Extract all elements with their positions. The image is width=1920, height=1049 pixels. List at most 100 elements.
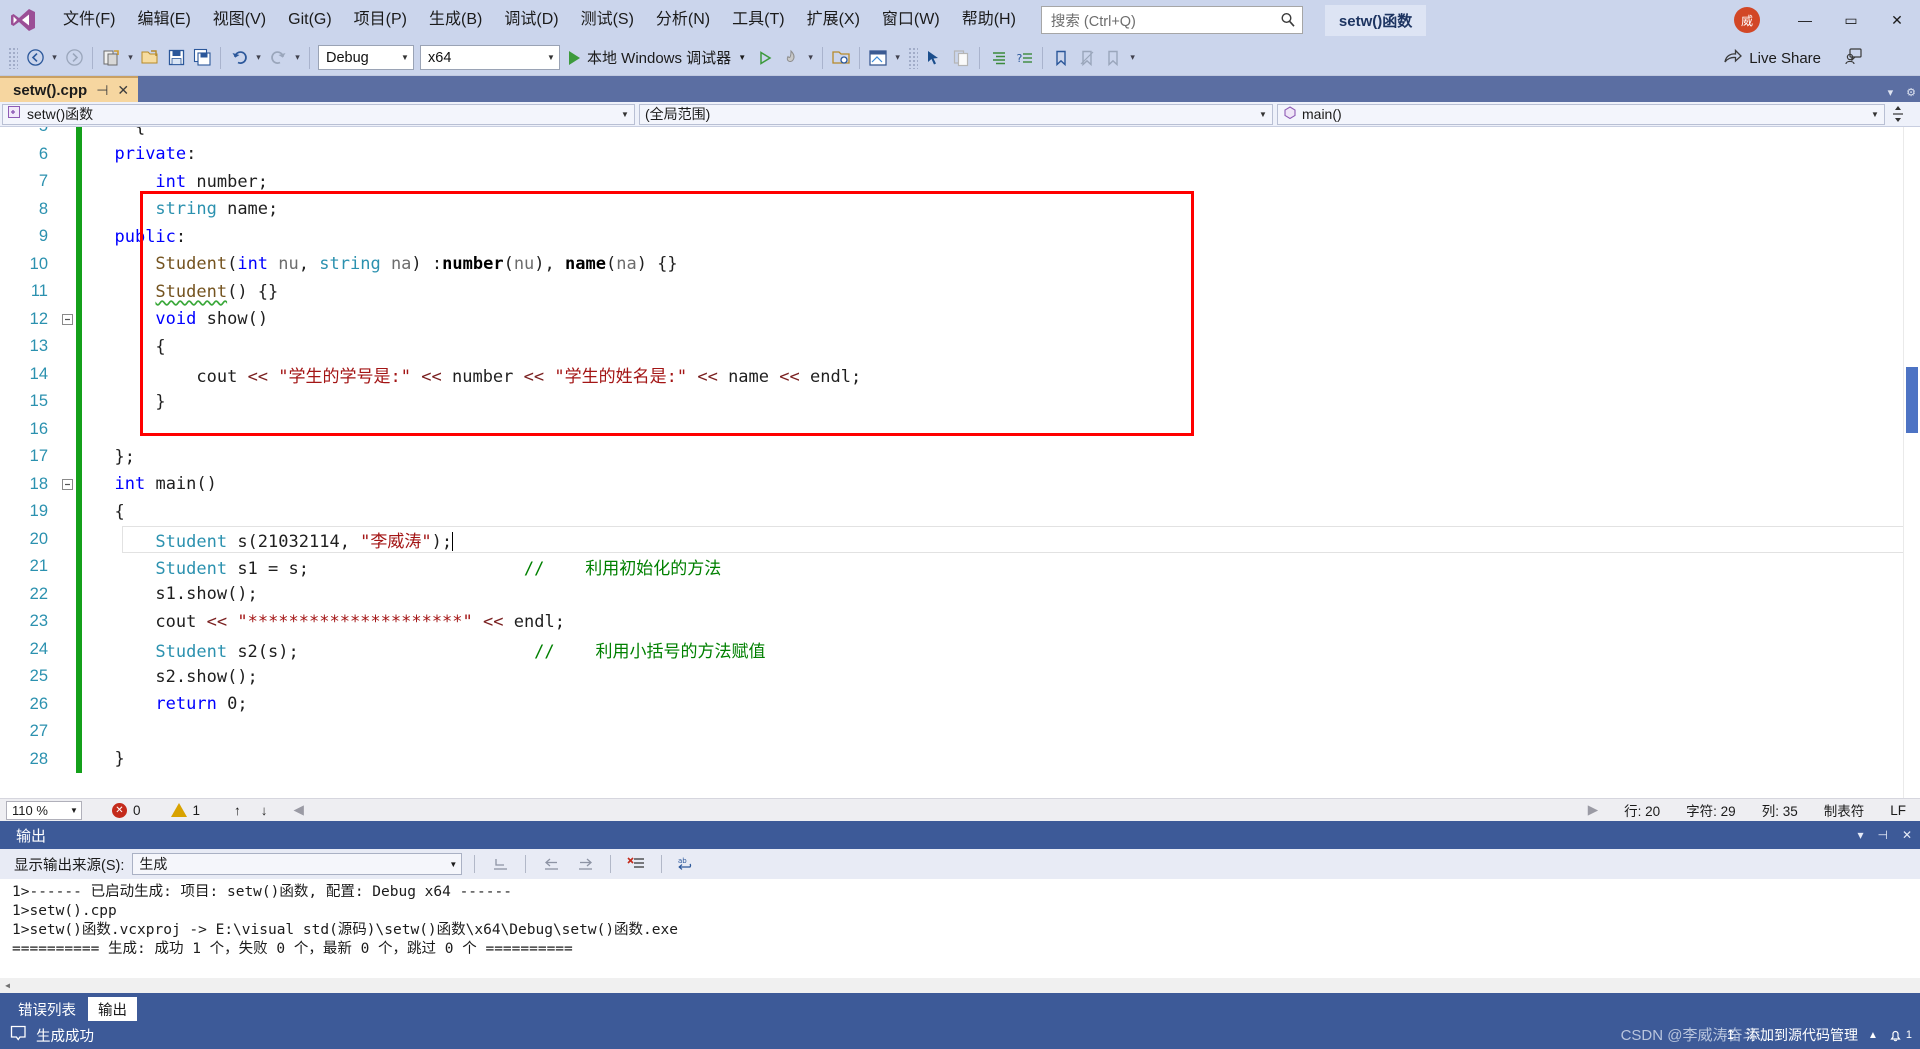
solution-explorer-icon[interactable] — [828, 45, 854, 71]
code-line[interactable]: 23 cout << "*********************" << en… — [0, 608, 1920, 636]
code-line[interactable]: 18 int main() — [0, 470, 1920, 498]
chevron-down-icon[interactable]: ▾ — [1857, 828, 1863, 842]
toggle-word-wrap-icon[interactable]: ab — [674, 852, 700, 876]
hot-reload-dropdown[interactable]: ▾ — [804, 45, 817, 71]
code-line[interactable]: 10 Student(int nu, string na) :number(nu… — [0, 250, 1920, 278]
code-line[interactable]: 7 int number; — [0, 168, 1920, 196]
code-line[interactable]: 9 public: — [0, 223, 1920, 251]
solution-platform-combo[interactable]: x64 ▼ — [420, 45, 560, 70]
menu-analyze[interactable]: 分析(N) — [645, 5, 721, 35]
code-line[interactable]: 8 string name; — [0, 195, 1920, 223]
clear-all-icon[interactable] — [623, 852, 649, 876]
close-button[interactable]: ✕ — [1874, 0, 1920, 40]
bell-icon[interactable]: 1 — [1888, 1028, 1912, 1043]
code-line[interactable]: 27 — [0, 718, 1920, 746]
menu-window[interactable]: 窗口(W) — [871, 5, 951, 35]
navigate-back-icon[interactable] — [22, 45, 48, 71]
code-line[interactable]: 11 Student() {} — [0, 278, 1920, 306]
warning-count-group[interactable]: 1 — [170, 803, 200, 818]
navigate-forward-icon[interactable] — [61, 45, 87, 71]
new-item-dropdown[interactable]: ▾ — [124, 45, 137, 71]
new-item-icon[interactable] — [98, 45, 124, 71]
previous-issue-button[interactable]: ↑ — [234, 803, 241, 818]
code-line[interactable]: 14 cout << "学生的学号是:" << number << "学生的姓名… — [0, 360, 1920, 388]
output-text-area[interactable]: 1>------ 已启动生成: 项目: setw()函数, 配置: Debug … — [0, 879, 1920, 993]
collapse-issues-button[interactable]: ◀ — [294, 802, 304, 818]
code-line[interactable]: 5 { — [0, 127, 1920, 141]
toolbar-grip[interactable] — [908, 46, 919, 69]
code-line[interactable]: 16 — [0, 415, 1920, 443]
menu-project[interactable]: 项目(P) — [343, 5, 418, 35]
code-line[interactable]: 13 { — [0, 333, 1920, 361]
code-line[interactable]: 19 { — [0, 498, 1920, 526]
code-line[interactable]: 20 Student s(21032114, "李威涛"); — [0, 525, 1920, 553]
scroll-left-arrow-icon[interactable]: ◀ — [0, 978, 15, 993]
save-all-icon[interactable] — [189, 45, 215, 71]
source-control-caret-icon[interactable]: ▲ — [1868, 1030, 1878, 1041]
search-input[interactable]: 搜索 (Ctrl+Q) — [1040, 6, 1303, 34]
navigate-back-dropdown[interactable]: ▾ — [48, 45, 61, 71]
global-scope-combo[interactable]: (全局范围) ▼ — [639, 103, 1273, 125]
next-issue-button[interactable]: ↓ — [261, 803, 268, 818]
menu-debug[interactable]: 调试(D) — [493, 5, 569, 35]
play-icon[interactable] — [752, 45, 778, 71]
close-icon[interactable]: ✕ — [1902, 828, 1912, 842]
document-tab-setw-cpp[interactable]: setw().cpp ⊣ ✕ — [0, 76, 139, 102]
redo-icon[interactable] — [265, 45, 291, 71]
tab-error-list[interactable]: 错误列表 — [8, 997, 86, 1021]
code-line[interactable]: 22 s1.show(); — [0, 580, 1920, 608]
format-lines-icon[interactable] — [985, 45, 1011, 71]
menu-view[interactable]: 视图(V) — [202, 5, 277, 35]
error-count-group[interactable]: ✕ 0 — [112, 802, 141, 818]
jump-to-icon[interactable] — [487, 852, 513, 876]
code-line[interactable]: 26 return 0; — [0, 690, 1920, 718]
code-line[interactable]: 6 private: — [0, 140, 1920, 168]
open-file-icon[interactable] — [137, 45, 163, 71]
next-message-icon[interactable] — [572, 852, 598, 876]
code-line[interactable]: 15 } — [0, 388, 1920, 416]
code-line[interactable]: 12 void show() — [0, 305, 1920, 333]
menu-build[interactable]: 生成(B) — [418, 5, 493, 35]
member-scope-combo[interactable]: main() ▼ — [1277, 103, 1885, 125]
tab-output[interactable]: 输出 — [88, 997, 137, 1021]
window-layout-icon[interactable] — [865, 45, 891, 71]
code-line[interactable]: 25 s2.show(); — [0, 663, 1920, 691]
menu-tools[interactable]: 工具(T) — [721, 5, 795, 35]
solution-configuration-combo[interactable]: Debug ▼ — [318, 45, 414, 70]
menu-help[interactable]: 帮助(H) — [951, 5, 1027, 35]
menu-file[interactable]: 文件(F) — [52, 5, 126, 35]
undo-icon[interactable] — [226, 45, 252, 71]
gear-icon[interactable]: ⚙ — [1906, 86, 1916, 99]
redo-dropdown[interactable]: ▾ — [291, 45, 304, 71]
chevron-down-icon[interactable]: ▼ — [738, 53, 746, 62]
hot-reload-icon[interactable] — [778, 45, 804, 71]
code-line[interactable]: 28 } — [0, 745, 1920, 773]
code-line[interactable]: 21 Student s1 = s; // 利用初始化的方法 — [0, 553, 1920, 581]
fold-toggle-icon[interactable] — [58, 478, 76, 490]
bookmark-icon[interactable] — [1048, 45, 1074, 71]
close-icon[interactable]: ✕ — [117, 82, 129, 99]
previous-message-icon[interactable] — [538, 852, 564, 876]
save-icon[interactable] — [163, 45, 189, 71]
vertical-scrollbar[interactable] — [1903, 127, 1920, 798]
vertical-scrollbar-thumb[interactable] — [1906, 367, 1918, 433]
toolbar-grip[interactable] — [8, 46, 18, 69]
split-view-icon[interactable] — [1887, 105, 1909, 123]
chevron-down-icon[interactable]: ▾ — [1888, 86, 1894, 99]
toolbar-overflow[interactable]: ▾ — [1126, 45, 1139, 71]
menu-test[interactable]: 测试(S) — [570, 5, 645, 35]
code-line[interactable]: 17 }; — [0, 443, 1920, 471]
code-line[interactable]: 24 Student s2(s); // 利用小括号的方法赋值 — [0, 635, 1920, 663]
undo-dropdown[interactable]: ▾ — [252, 45, 265, 71]
menu-edit[interactable]: 编辑(E) — [126, 5, 201, 35]
indentation-indicator[interactable]: 制表符 — [1824, 800, 1865, 820]
pin-icon[interactable]: ⊣ — [1877, 828, 1887, 842]
maximize-button[interactable]: ▭ — [1828, 0, 1874, 40]
start-debugging-button[interactable]: 本地 Windows 调试器 ▼ — [563, 47, 752, 68]
menu-git[interactable]: Git(G) — [277, 5, 343, 35]
avatar[interactable]: 威 — [1734, 7, 1760, 33]
chevron-right-icon[interactable]: ▶ — [1588, 802, 1598, 818]
toggle-bookmark-icon[interactable] — [1074, 45, 1100, 71]
output-source-combo[interactable]: 生成 ▼ — [132, 853, 463, 875]
copy-icon[interactable] — [948, 45, 974, 71]
